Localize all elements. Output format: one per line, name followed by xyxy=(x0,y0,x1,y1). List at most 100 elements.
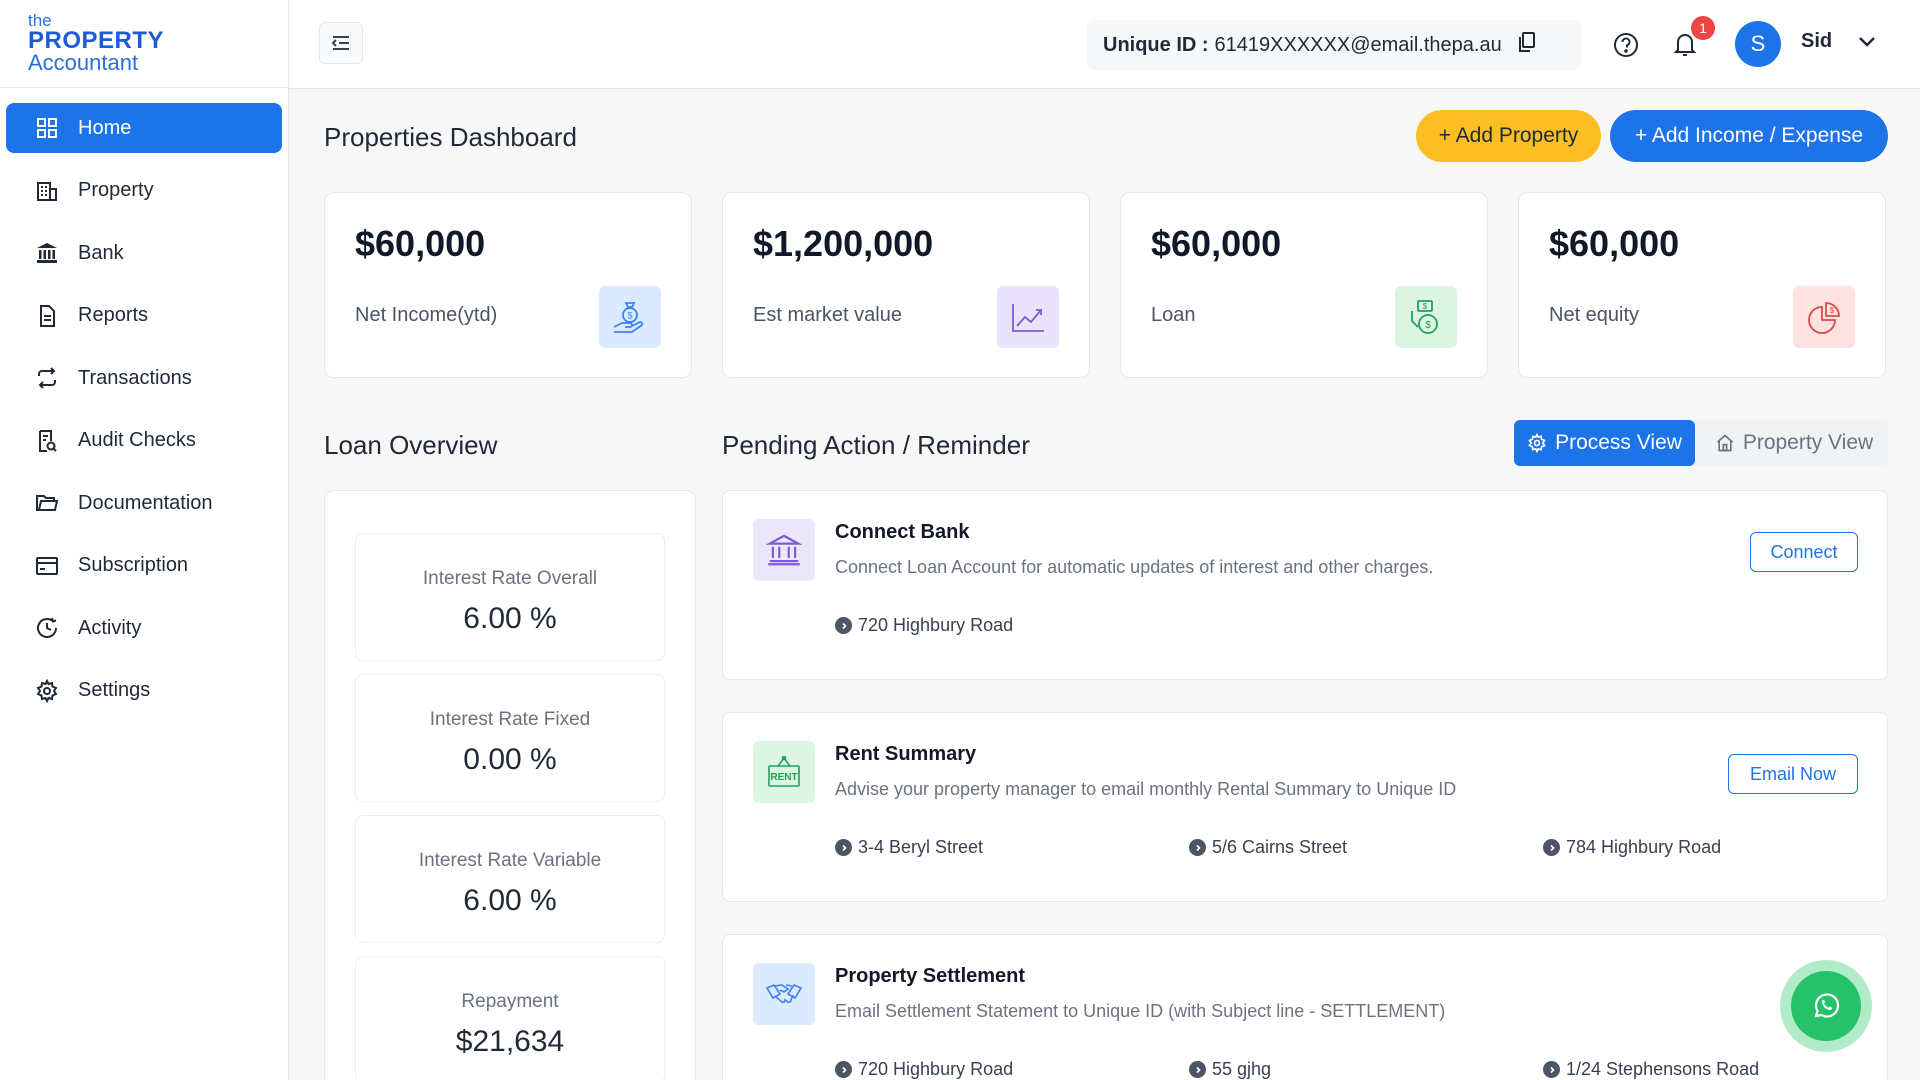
sidebar-nav: Home Property Bank Reports Transactions … xyxy=(0,88,288,716)
loan-metric-label: Interest Rate Overall xyxy=(422,568,598,589)
unique-id-label: Unique ID : xyxy=(1103,33,1209,56)
sidebar-item-settings[interactable]: Settings xyxy=(6,666,282,716)
loan-metric: Interest Rate Overall 6.00 % xyxy=(355,533,665,661)
address-label: 720 Highbury Road xyxy=(858,1059,1014,1079)
action-description: Email Settlement Statement to Unique ID … xyxy=(835,1001,1446,1021)
sidebar-item-label: Audit Checks xyxy=(78,429,196,451)
logo-line-3: Accountant xyxy=(28,50,139,75)
stat-card-loan: $60,000 Loan $ $ xyxy=(1120,192,1488,378)
building-icon xyxy=(34,178,60,204)
loan-metric-label: Interest Rate Variable xyxy=(418,850,602,871)
stat-card-market-value: $1,200,000 Est market value xyxy=(722,192,1090,378)
action-description: Advise your property manager to email mo… xyxy=(835,779,1457,799)
sidebar-item-label: Transactions xyxy=(78,366,192,389)
property-address[interactable]: 1/24 Stephensons Road xyxy=(1543,1059,1759,1080)
action-card-property-settlement: Property Settlement Email Settlement Sta… xyxy=(722,934,1888,1080)
property-address[interactable]: 720 Highbury Road xyxy=(835,615,1013,636)
whatsapp-chat-button[interactable] xyxy=(1780,960,1872,1052)
bank-icon xyxy=(753,519,815,581)
loan-metric: Interest Rate Fixed 0.00 % xyxy=(355,674,665,802)
trend-chart-icon xyxy=(997,286,1059,348)
unique-id-value: 61419XXXXXX@email.thepa.au xyxy=(1214,33,1502,56)
card-icon xyxy=(34,553,60,579)
property-address[interactable]: 784 Highbury Road xyxy=(1543,837,1721,858)
property-view-tab[interactable]: Property View xyxy=(1704,420,1884,466)
stat-label: Net equity xyxy=(1549,304,1640,326)
sidebar-item-label: Activity xyxy=(78,616,142,639)
collapse-menu-icon xyxy=(331,36,349,50)
svg-text:$: $ xyxy=(1423,302,1428,311)
sidebar-item-reports[interactable]: Reports xyxy=(6,291,282,341)
sidebar-item-label: Subscription xyxy=(78,554,189,576)
svg-text:RENT: RENT xyxy=(770,772,797,783)
topbar: Unique ID : 61419XXXXXX@email.thepa.au 1… xyxy=(289,0,1920,89)
add-income-expense-button[interactable]: + Add Income / Expense xyxy=(1610,110,1888,162)
loan-metric-value: 6.00 % xyxy=(463,602,557,635)
sidebar-item-subscription[interactable]: Subscription xyxy=(6,541,282,591)
action-title: Connect Bank xyxy=(835,521,970,543)
sidebar-item-audit-checks[interactable]: Audit Checks xyxy=(6,416,282,466)
stat-card-net-income: $60,000 Net Income(ytd) $ xyxy=(324,192,692,378)
email-now-button[interactable]: Email Now xyxy=(1728,754,1858,794)
rent-sign-icon: RENT xyxy=(753,741,815,803)
sidebar-item-label: Documentation xyxy=(78,491,213,514)
loan-overview-panel: Interest Rate Overall 6.00 % Interest Ra… xyxy=(324,490,696,1080)
pie-chart-icon: $ xyxy=(1793,286,1855,348)
loan-metric-value: 6.00 % xyxy=(463,884,557,917)
gear-icon xyxy=(1528,433,1546,453)
copy-icon[interactable] xyxy=(1518,31,1536,59)
action-card-connect-bank: Connect Bank Connect Loan Account for au… xyxy=(722,490,1888,680)
stat-value: $60,000 xyxy=(1151,223,1282,264)
chevron-right-icon xyxy=(1189,839,1206,856)
view-toggle: Process View Property View xyxy=(1514,420,1888,466)
property-address[interactable]: 720 Highbury Road xyxy=(835,1059,1013,1080)
folder-icon xyxy=(34,490,60,516)
action-description: Connect Loan Account for automatic updat… xyxy=(835,557,1434,577)
sidebar-item-home[interactable]: Home xyxy=(6,103,282,153)
process-view-label: Process View xyxy=(1555,431,1682,454)
address-label: 3-4 Beryl Street xyxy=(858,837,984,857)
connect-button[interactable]: Connect xyxy=(1750,532,1858,572)
property-address[interactable]: 3-4 Beryl Street xyxy=(835,837,983,858)
app-logo[interactable]: the PROPERTY Accountant xyxy=(0,0,288,88)
svg-text:$: $ xyxy=(1425,320,1431,331)
sidebar-item-activity[interactable]: Activity xyxy=(6,603,282,653)
sidebar-item-label: Property xyxy=(78,179,154,201)
page-title: Properties Dashboard xyxy=(324,122,577,152)
address-label: 5/6 Cairns Street xyxy=(1212,837,1348,857)
stat-value: $60,000 xyxy=(1549,223,1680,264)
stat-label: Est market value xyxy=(753,304,902,326)
address-label: 1/24 Stephensons Road xyxy=(1566,1059,1760,1079)
sidebar-item-transactions[interactable]: Transactions xyxy=(6,353,282,403)
sidebar-item-documentation[interactable]: Documentation xyxy=(6,478,282,528)
sidebar-item-bank[interactable]: Bank xyxy=(6,228,282,278)
chevron-right-icon xyxy=(1543,839,1560,856)
process-view-tab[interactable]: Process View xyxy=(1514,420,1695,466)
svg-text:$: $ xyxy=(627,311,632,321)
chevron-right-icon xyxy=(835,617,852,634)
action-title: Property Settlement xyxy=(835,965,1026,987)
sidebar-item-label: Bank xyxy=(78,241,124,264)
property-view-label: Property View xyxy=(1742,431,1874,454)
property-address[interactable]: 5/6 Cairns Street xyxy=(1189,837,1347,858)
chevron-right-icon xyxy=(1543,1061,1560,1078)
document-icon xyxy=(34,303,60,329)
loan-metric-label: Interest Rate Fixed xyxy=(429,709,591,730)
pending-actions-title: Pending Action / Reminder xyxy=(722,430,1030,460)
chevron-down-icon[interactable] xyxy=(1857,34,1877,53)
chevron-right-icon xyxy=(1189,1061,1206,1078)
sidebar-item-label: Settings xyxy=(78,679,151,701)
money-bag-icon: $ $ xyxy=(1395,286,1457,348)
property-address[interactable]: 55 gjhg xyxy=(1189,1059,1271,1080)
username[interactable]: Sid xyxy=(1801,30,1832,53)
grid-icon xyxy=(34,115,60,141)
stat-label: Loan xyxy=(1151,304,1196,326)
sidebar-item-property[interactable]: Property xyxy=(6,166,282,216)
menu-toggle-button[interactable] xyxy=(319,22,363,64)
gear-icon xyxy=(34,678,60,704)
help-icon[interactable] xyxy=(1613,32,1639,63)
add-property-button[interactable]: + Add Property xyxy=(1416,110,1601,162)
avatar[interactable]: S xyxy=(1735,21,1781,67)
notification-badge: 1 xyxy=(1691,16,1715,40)
chevron-right-icon xyxy=(835,1061,852,1078)
